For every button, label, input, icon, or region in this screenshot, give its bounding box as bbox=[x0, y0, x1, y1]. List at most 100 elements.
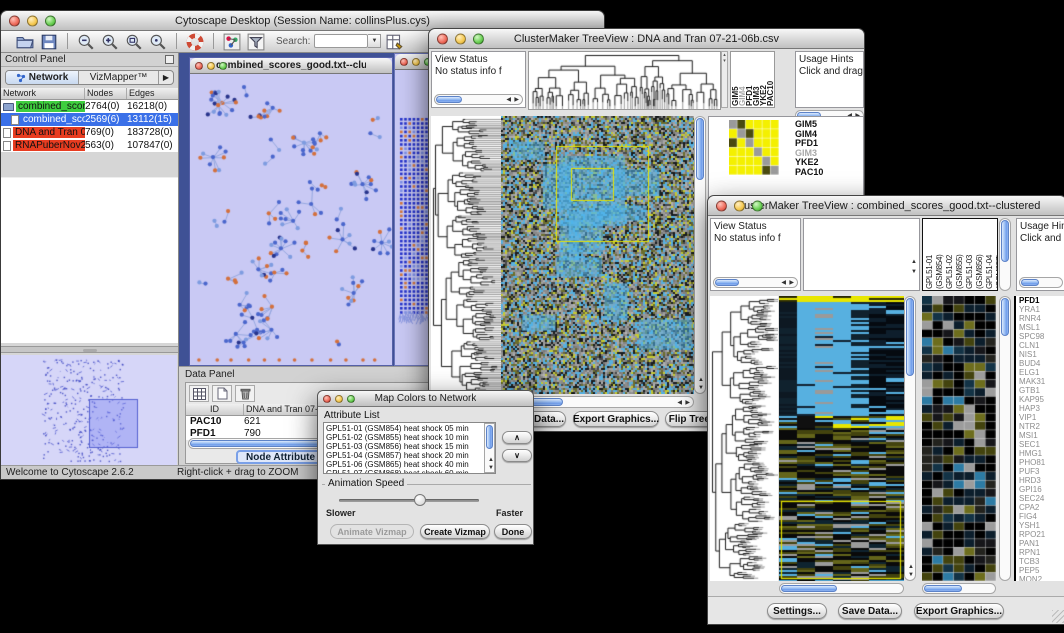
treeview1-titlebar[interactable]: ClusterMaker TreeView : DNA and Tran 07-… bbox=[429, 29, 864, 49]
gene-label[interactable]: RNR4 bbox=[1019, 314, 1064, 323]
settings-button[interactable]: Settings... bbox=[767, 603, 827, 619]
minimize-icon[interactable] bbox=[207, 62, 215, 70]
search-dropdown-button[interactable]: ▼ bbox=[368, 34, 381, 48]
gene-label[interactable]: FIG4 bbox=[1019, 512, 1064, 521]
gene-label[interactable]: MSL1 bbox=[1019, 323, 1064, 332]
labels-vscrollbar[interactable] bbox=[999, 218, 1011, 291]
zoom-fit-icon[interactable] bbox=[149, 33, 167, 51]
network-window-1[interactable]: combined_scores_good.txt--cluste... bbox=[189, 57, 393, 366]
tab-overflow-arrow[interactable]: ▶ bbox=[159, 71, 173, 84]
list-vscrollbar[interactable]: ▲▼ bbox=[484, 423, 495, 473]
select-attributes-icon[interactable] bbox=[189, 385, 209, 402]
gene-label[interactable]: CPA2 bbox=[1019, 503, 1064, 512]
minimize-icon[interactable] bbox=[335, 395, 343, 403]
gene-label[interactable]: MSI1 bbox=[1019, 431, 1064, 440]
col-nodes[interactable]: Nodes bbox=[85, 88, 127, 99]
dendrogram-splitter[interactable]: ▴▾ bbox=[721, 51, 728, 108]
move-down-button[interactable]: ∨ bbox=[502, 449, 532, 462]
speed-slider-thumb[interactable] bbox=[414, 494, 426, 506]
search-input[interactable] bbox=[314, 34, 368, 48]
gene-label[interactable]: TCB3 bbox=[1019, 557, 1064, 566]
gene-label[interactable]: GTB1 bbox=[1019, 386, 1064, 395]
panel-splitter[interactable] bbox=[1, 346, 178, 353]
save-data-button[interactable]: Save Data... bbox=[838, 603, 902, 619]
attribute-list-item[interactable]: GPL51-03 (GSM856) heat shock 15 min bbox=[326, 442, 483, 451]
gene-label[interactable]: RPN1 bbox=[1019, 548, 1064, 557]
network-view-canvas[interactable] bbox=[190, 74, 392, 365]
gene-label[interactable]: MON2 bbox=[1019, 575, 1064, 581]
help-icon[interactable] bbox=[186, 33, 204, 51]
zoom-out-icon[interactable] bbox=[77, 33, 95, 51]
attribute-browser-icon[interactable] bbox=[386, 33, 404, 51]
view-status-scrollbar[interactable]: ◀▶ bbox=[713, 277, 798, 288]
network-row[interactable]: DNA and Tran 07769(0)183728(0) bbox=[1, 126, 178, 139]
hints-scrollbar[interactable] bbox=[1019, 277, 1063, 288]
minimize-icon[interactable] bbox=[455, 33, 466, 44]
minimize-icon[interactable] bbox=[734, 200, 745, 211]
mini-heatmap-canvas[interactable] bbox=[729, 120, 779, 175]
view-status-scrollbar[interactable]: ◀▶ bbox=[434, 94, 523, 105]
gene-label[interactable]: RPO21 bbox=[1019, 530, 1064, 539]
gene-label[interactable]: PAC10 bbox=[795, 168, 823, 178]
tab-vizmapper[interactable]: VizMapper™ bbox=[79, 71, 159, 84]
save-session-icon[interactable] bbox=[40, 33, 58, 51]
gene-label[interactable]: YRA1 bbox=[1019, 305, 1064, 314]
scroll-up-icon[interactable]: ▲ bbox=[911, 259, 917, 265]
zoom-window-icon[interactable] bbox=[45, 15, 56, 26]
column-dendrogram-area[interactable]: ▲ ▼ bbox=[803, 218, 920, 291]
gene-label[interactable]: PHO81 bbox=[1019, 458, 1064, 467]
network-window-1-titlebar[interactable]: combined_scores_good.txt--cluste... bbox=[190, 58, 392, 74]
resize-grip-icon[interactable] bbox=[1052, 610, 1064, 623]
gene-label[interactable]: BUD4 bbox=[1019, 359, 1064, 368]
row-dendrogram-canvas[interactable] bbox=[431, 116, 501, 394]
vizmapper-icon[interactable] bbox=[223, 33, 241, 51]
done-button[interactable]: Done bbox=[494, 524, 532, 539]
float-panel-icon[interactable] bbox=[165, 55, 174, 64]
zoom-vscrollbar[interactable] bbox=[999, 296, 1011, 581]
dialog-titlebar[interactable]: Map Colors to Network bbox=[318, 391, 533, 407]
gene-label[interactable]: SEC1 bbox=[1019, 440, 1064, 449]
zoom-heatmap-canvas[interactable] bbox=[922, 296, 996, 581]
gene-label[interactable]: HMG1 bbox=[1019, 449, 1064, 458]
animate-vizmap-button[interactable]: Animate Vizmap bbox=[330, 524, 414, 539]
tab-network[interactable]: Network bbox=[6, 71, 79, 84]
zoom-window-icon[interactable] bbox=[473, 33, 484, 44]
network-overview-canvas[interactable] bbox=[1, 355, 177, 465]
gene-label[interactable]: PAN1 bbox=[1019, 539, 1064, 548]
attribute-list-item[interactable]: GPL51-02 (GSM855) heat shock 10 min bbox=[326, 433, 483, 442]
treeview2-titlebar[interactable]: ClusterMaker TreeView : combined_scores_… bbox=[708, 196, 1064, 216]
gene-label[interactable]: PUF3 bbox=[1019, 467, 1064, 476]
zoom-in-icon[interactable] bbox=[101, 33, 119, 51]
attribute-list-item[interactable]: GPL51-06 (GSM865) heat shock 40 min bbox=[326, 460, 483, 469]
new-attribute-icon[interactable] bbox=[212, 385, 232, 402]
col-edges[interactable]: Edges bbox=[127, 88, 178, 99]
move-up-button[interactable]: ∧ bbox=[502, 431, 532, 444]
gene-label[interactable]: GPI16 bbox=[1019, 485, 1064, 494]
attribute-list-item[interactable]: GPL51-07 (GSM868) heat shock 60 min bbox=[326, 469, 483, 474]
gene-label[interactable]: MAK31 bbox=[1019, 377, 1064, 386]
gene-label[interactable]: PFD1 bbox=[1019, 296, 1064, 305]
gene-label[interactable]: YSH1 bbox=[1019, 521, 1064, 530]
open-file-icon[interactable] bbox=[16, 33, 34, 51]
delete-attribute-icon[interactable] bbox=[235, 385, 255, 402]
minimize-icon[interactable] bbox=[412, 58, 420, 66]
zoom-selected-icon[interactable] bbox=[125, 33, 143, 51]
zoom-window-icon[interactable] bbox=[219, 62, 227, 70]
scroll-down-icon[interactable]: ▼ bbox=[911, 269, 917, 275]
gene-label[interactable]: HAP3 bbox=[1019, 404, 1064, 413]
heatmap-hscrollbar[interactable] bbox=[779, 583, 904, 594]
col-network[interactable]: Network bbox=[1, 88, 85, 99]
gene-label[interactable]: NIS1 bbox=[1019, 350, 1064, 359]
close-icon[interactable] bbox=[195, 62, 203, 70]
gene-label[interactable]: ELG1 bbox=[1019, 368, 1064, 377]
export-graphics-button[interactable]: Export Graphics... bbox=[573, 411, 659, 427]
close-icon[interactable] bbox=[400, 58, 408, 66]
zoom-window-icon[interactable] bbox=[347, 395, 355, 403]
create-vizmap-button[interactable]: Create Vizmap bbox=[420, 524, 490, 539]
minimize-icon[interactable] bbox=[27, 15, 38, 26]
gene-label[interactable]: CLN1 bbox=[1019, 341, 1064, 350]
row-dendrogram-canvas[interactable] bbox=[710, 296, 778, 581]
heatmap-vscrollbar[interactable]: ▲▼ bbox=[694, 116, 706, 394]
close-icon[interactable] bbox=[716, 200, 727, 211]
gene-label[interactable]: PEP5 bbox=[1019, 566, 1064, 575]
